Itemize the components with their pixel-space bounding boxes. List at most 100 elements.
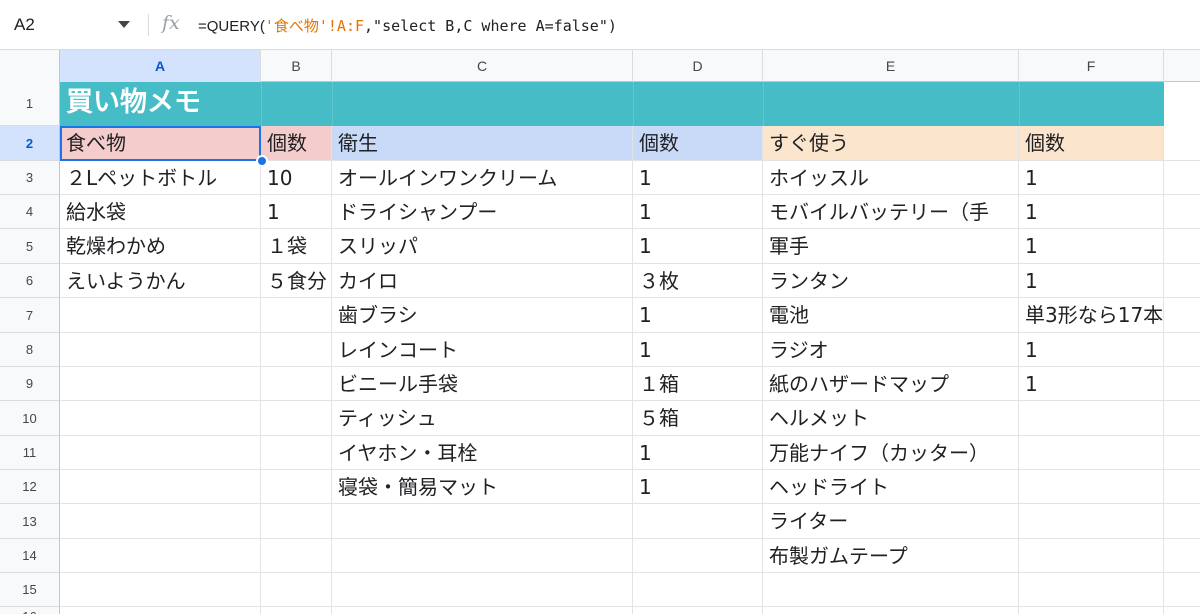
data-cell[interactable]: 1 [1019, 264, 1164, 298]
data-cell[interactable] [261, 573, 332, 607]
data-cell[interactable]: オールインワンクリーム [332, 161, 633, 195]
row-header-10[interactable]: 10 [0, 401, 60, 436]
data-cell[interactable]: 1 [261, 195, 332, 229]
data-cell[interactable]: 乾燥わかめ [60, 229, 261, 264]
data-cell[interactable]: 1 [633, 298, 763, 333]
data-cell[interactable]: 単3形なら17本 [1019, 298, 1164, 333]
data-cell[interactable]: 寝袋・簡易マット [332, 470, 633, 504]
data-cell[interactable]: ５食分 [261, 264, 332, 298]
data-cell[interactable]: えいようかん [60, 264, 261, 298]
data-cell[interactable]: モバイルバッテリー（手 [763, 195, 1019, 229]
data-cell[interactable]: ティッシュ [332, 401, 633, 436]
data-cell[interactable]: 10 [261, 161, 332, 195]
data-cell[interactable]: 歯ブラシ [332, 298, 633, 333]
row-header-4[interactable]: 4 [0, 195, 60, 229]
data-cell[interactable] [261, 504, 332, 539]
data-cell[interactable]: ビニール手袋 [332, 367, 633, 401]
data-cell[interactable]: ドライシャンプー [332, 195, 633, 229]
data-cell[interactable]: 1 [633, 470, 763, 504]
data-cell[interactable] [261, 401, 332, 436]
fill-handle[interactable] [256, 155, 268, 167]
data-cell[interactable]: 1 [633, 161, 763, 195]
data-cell[interactable]: 紙のハザードマップ [763, 367, 1019, 401]
column-header-a[interactable]: A [60, 50, 261, 82]
data-cell[interactable]: ランタン [763, 264, 1019, 298]
data-cell[interactable]: ラジオ [763, 333, 1019, 367]
row-header-12[interactable]: 12 [0, 470, 60, 504]
row-header-13[interactable]: 13 [0, 504, 60, 539]
data-cell[interactable] [1019, 573, 1164, 607]
data-cell[interactable]: 1 [633, 436, 763, 470]
data-cell[interactable] [60, 607, 261, 614]
data-cell[interactable] [60, 333, 261, 367]
data-cell[interactable] [633, 539, 763, 573]
row-header-8[interactable]: 8 [0, 333, 60, 367]
data-cell[interactable] [633, 573, 763, 607]
data-cell[interactable] [1019, 401, 1164, 436]
data-cell[interactable]: 軍手 [763, 229, 1019, 264]
data-cell[interactable]: イヤホン・耳栓 [332, 436, 633, 470]
data-cell[interactable] [60, 470, 261, 504]
column-header-d[interactable]: D [633, 50, 763, 82]
data-cell[interactable] [1019, 436, 1164, 470]
data-cell[interactable] [60, 436, 261, 470]
sheet-title-cell[interactable]: 買い物メモ [60, 82, 261, 126]
header-cell[interactable]: 個数 [1019, 126, 1164, 161]
data-cell[interactable] [332, 539, 633, 573]
data-cell[interactable]: 電池 [763, 298, 1019, 333]
data-cell[interactable] [60, 539, 261, 573]
data-cell[interactable] [1019, 607, 1164, 614]
data-cell[interactable] [1019, 504, 1164, 539]
header-cell[interactable]: 個数 [633, 126, 763, 161]
data-cell[interactable] [261, 436, 332, 470]
data-cell[interactable]: ５箱 [633, 401, 763, 436]
data-cell[interactable] [633, 504, 763, 539]
row-header-3[interactable]: 3 [0, 161, 60, 195]
data-cell[interactable] [763, 607, 1019, 614]
data-cell[interactable] [332, 504, 633, 539]
row-header-16[interactable]: 16 [0, 607, 60, 614]
data-cell[interactable]: ２Lペットボトル [60, 161, 261, 195]
row-header-1[interactable]: 1 [0, 82, 60, 126]
header-cell[interactable]: 個数 [261, 126, 332, 161]
data-cell[interactable]: スリッパ [332, 229, 633, 264]
data-cell[interactable]: 1 [1019, 229, 1164, 264]
row-header-14[interactable]: 14 [0, 539, 60, 573]
data-cell[interactable]: 1 [633, 333, 763, 367]
data-cell[interactable] [633, 607, 763, 614]
data-cell[interactable]: 万能ナイフ（カッター） [763, 436, 1019, 470]
spreadsheet-grid[interactable]: ABCDEF 12345678910111213141516食べ物個数衛生個数す… [0, 50, 1200, 614]
data-cell[interactable]: 給水袋 [60, 195, 261, 229]
header-cell[interactable]: 衛生 [332, 126, 633, 161]
data-cell[interactable] [261, 298, 332, 333]
data-cell[interactable] [60, 573, 261, 607]
data-cell[interactable]: ライター [763, 504, 1019, 539]
column-header-f[interactable]: F [1019, 50, 1164, 82]
column-header-c[interactable]: C [332, 50, 633, 82]
data-cell[interactable]: 1 [1019, 333, 1164, 367]
data-cell[interactable]: ヘッドライト [763, 470, 1019, 504]
formula-input[interactable]: =QUERY('食べ物'!A:F,"select B,C where A=fal… [198, 14, 617, 38]
data-cell[interactable] [1019, 539, 1164, 573]
data-cell[interactable]: ３枚 [633, 264, 763, 298]
row-header-5[interactable]: 5 [0, 229, 60, 264]
data-cell[interactable] [261, 607, 332, 614]
row-header-2[interactable]: 2 [0, 126, 60, 161]
data-cell[interactable]: 1 [1019, 367, 1164, 401]
data-cell[interactable]: レインコート [332, 333, 633, 367]
data-cell[interactable] [261, 367, 332, 401]
row-header-11[interactable]: 11 [0, 436, 60, 470]
data-cell[interactable]: 1 [633, 195, 763, 229]
data-cell[interactable] [261, 539, 332, 573]
row-header-7[interactable]: 7 [0, 298, 60, 333]
data-cell[interactable]: 1 [1019, 161, 1164, 195]
data-cell[interactable]: ヘルメット [763, 401, 1019, 436]
column-header-e[interactable]: E [763, 50, 1019, 82]
data-cell[interactable] [60, 401, 261, 436]
data-cell[interactable] [763, 573, 1019, 607]
data-cell[interactable] [332, 573, 633, 607]
data-cell[interactable] [60, 298, 261, 333]
row-header-6[interactable]: 6 [0, 264, 60, 298]
data-cell[interactable] [332, 607, 633, 614]
chevron-down-icon[interactable] [118, 21, 130, 28]
